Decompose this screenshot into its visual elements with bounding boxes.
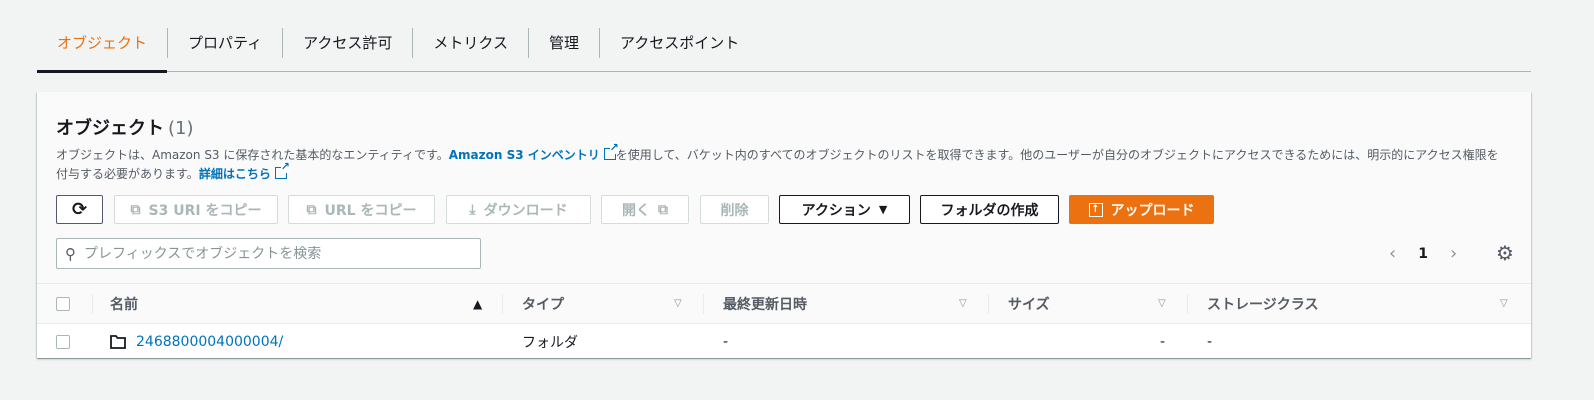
object-size: - xyxy=(1160,334,1166,350)
objects-table: 名前 ▲ タイプ ▽ 最終更新日時 ▽ サイズ ▽ ストレージクラス ▽ 246… xyxy=(37,284,1531,361)
inventory-link[interactable]: Amazon S3 インベントリ xyxy=(448,142,619,162)
external-link-icon xyxy=(274,161,290,179)
tab-metrics[interactable]: メトリクス xyxy=(412,20,528,72)
learn-more-link[interactable]: 詳細はこちら xyxy=(198,161,290,181)
create-folder-button[interactable]: フォルダの作成 xyxy=(920,195,1059,224)
caret-down-icon: ▼ xyxy=(878,203,888,216)
gear-icon[interactable]: ⚙ xyxy=(1492,240,1518,266)
copy-s3-uri-button[interactable]: ⧉ S3 URI をコピー xyxy=(114,195,278,224)
panel-header: オブジェクト (1) オブジェクトは、Amazon S3 に保存された基本的なエン… xyxy=(37,92,1531,284)
upload-button[interactable]: ↑ アップロード xyxy=(1069,195,1214,224)
tab-label: アクセス許可 xyxy=(282,28,412,58)
search-icon: ⚲ xyxy=(65,244,76,263)
sort-icon[interactable]: ▽ xyxy=(674,298,682,309)
tab-properties[interactable]: プロパティ xyxy=(167,20,282,72)
column-header-last-modified[interactable]: 最終更新日時 xyxy=(723,284,807,323)
column-header-storage-class[interactable]: ストレージクラス xyxy=(1207,284,1318,323)
current-page[interactable]: 1 xyxy=(1418,246,1428,262)
tab-access-points[interactable]: アクセスポイント xyxy=(598,20,759,72)
object-count: (1) xyxy=(168,118,194,139)
upload-icon: ↑ xyxy=(1088,202,1103,217)
inventory-link-label: Amazon S3 インベントリ xyxy=(448,148,600,162)
object-last-modified: - xyxy=(723,334,729,350)
column-header-name[interactable]: 名前 xyxy=(110,284,138,323)
select-all-checkbox[interactable] xyxy=(56,284,70,323)
tab-label: 管理 xyxy=(527,28,599,58)
row-checkbox[interactable] xyxy=(56,324,70,360)
column-header-type[interactable]: タイプ xyxy=(522,284,564,323)
panel-title-text: オブジェクト xyxy=(56,118,164,139)
open-button[interactable]: 開く ⧉ xyxy=(601,195,689,224)
download-icon: ⤓ xyxy=(469,201,476,218)
copy-icon: ⧉ xyxy=(130,201,141,218)
delete-label: 削除 xyxy=(720,202,749,219)
table-header-row: 名前 ▲ タイプ ▽ 最終更新日時 ▽ サイズ ▽ ストレージクラス ▽ xyxy=(37,284,1531,324)
open-label: 開く xyxy=(622,202,650,219)
search-input[interactable] xyxy=(84,245,464,262)
objects-panel: オブジェクト (1) オブジェクトは、Amazon S3 に保存された基本的なエン… xyxy=(37,92,1531,361)
external-link-icon xyxy=(603,142,619,160)
tab-label: プロパティ xyxy=(167,28,282,58)
sort-icon[interactable]: ▽ xyxy=(959,298,967,309)
column-divider xyxy=(502,294,503,314)
learn-more-label: 詳細はこちら xyxy=(198,167,271,181)
description-text-1: オブジェクトは、Amazon S3 に保存された基本的なエンティティです。 xyxy=(56,148,449,162)
checkbox-box xyxy=(56,335,70,349)
checkbox-box xyxy=(56,296,70,311)
object-name-link[interactable]: 2468800004000004/ xyxy=(136,324,283,360)
table-row: 2468800004000004/ フォルダ - - - xyxy=(37,324,1531,361)
copy-s3-uri-label: S3 URI をコピー xyxy=(148,202,262,219)
tab-objects[interactable]: オブジェクト xyxy=(37,20,168,73)
next-page-icon[interactable]: › xyxy=(1450,243,1457,264)
tab-permissions[interactable]: アクセス許可 xyxy=(282,20,412,72)
tab-label: メトリクス xyxy=(412,28,528,58)
download-button[interactable]: ⤓ ダウンロード xyxy=(446,195,591,224)
external-link-icon: ⧉ xyxy=(658,201,668,218)
create-folder-label: フォルダの作成 xyxy=(940,202,1039,219)
folder-icon xyxy=(110,324,126,360)
download-label: ダウンロード xyxy=(483,202,568,219)
column-divider xyxy=(988,294,989,314)
column-divider xyxy=(1187,294,1188,314)
panel-description: オブジェクトは、Amazon S3 に保存された基本的なエンティティです。Ama… xyxy=(56,142,1506,184)
delete-button[interactable]: 削除 xyxy=(700,195,769,224)
column-header-size[interactable]: サイズ xyxy=(1008,284,1050,323)
copy-url-button[interactable]: ⧉ URL をコピー xyxy=(288,195,435,224)
actions-label: アクション xyxy=(801,202,871,219)
object-storage-class: - xyxy=(1207,334,1213,350)
actions-dropdown[interactable]: アクション ▼ xyxy=(779,195,910,224)
copy-icon: ⧉ xyxy=(306,201,317,218)
tab-label: オブジェクト xyxy=(57,34,148,52)
tab-bar: オブジェクト プロパティ アクセス許可 メトリクス 管理 アクセスポイント xyxy=(37,20,1531,73)
sort-icon[interactable]: ▽ xyxy=(1500,298,1508,309)
sort-ascending-icon[interactable]: ▲ xyxy=(473,297,482,311)
sort-icon[interactable]: ▽ xyxy=(1158,298,1166,309)
pagination: ‹ 1 › xyxy=(1389,238,1457,269)
tab-label: アクセスポイント xyxy=(598,28,759,58)
object-type: フォルダ xyxy=(522,335,578,351)
column-divider xyxy=(703,294,704,314)
copy-url-label: URL をコピー xyxy=(324,202,417,219)
column-divider xyxy=(92,294,93,314)
upload-label: アップロード xyxy=(1110,202,1195,219)
panel-title: オブジェクト (1) xyxy=(56,114,194,140)
refresh-button[interactable]: ⟳ xyxy=(56,195,103,224)
previous-page-icon[interactable]: ‹ xyxy=(1389,243,1396,264)
tab-management[interactable]: 管理 xyxy=(527,20,599,72)
refresh-icon: ⟳ xyxy=(71,199,88,220)
search-field[interactable]: ⚲ xyxy=(56,238,481,269)
